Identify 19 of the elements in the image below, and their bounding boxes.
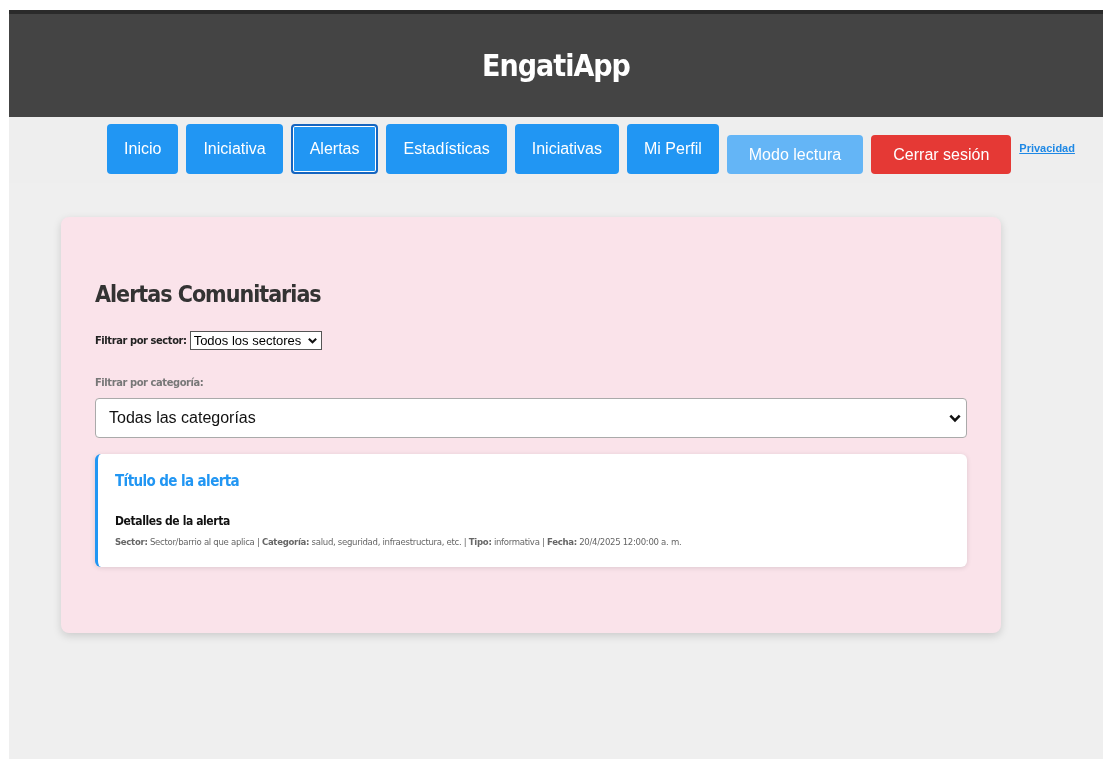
nav-tab[interactable]: Inicio xyxy=(107,124,179,174)
alert-meta: Sector: Sector/barrio al que aplica | Categoría: salud, seguridad, infraestructura, etc. | Tipo: informativa | Fecha: 20/4/2025 12:00:00 a. m. xyxy=(115,536,683,547)
nav-tab[interactable]: Estadísticas xyxy=(386,124,507,174)
reading-mode-button[interactable]: Modo lectura xyxy=(726,135,864,174)
app-title: EngatiApp xyxy=(482,48,630,83)
sector-select[interactable]: Todos los sectores xyxy=(189,331,323,350)
nav-tab[interactable]: Iniciativas xyxy=(514,124,619,174)
alert-title: Título de la alerta xyxy=(115,472,241,490)
chevron-down-icon xyxy=(307,335,319,346)
logout-button[interactable]: Cerrar sesión xyxy=(871,135,1012,174)
nav-tab[interactable]: Mi Perfil xyxy=(627,124,719,174)
category-select[interactable]: Todas las categorías xyxy=(95,398,967,438)
nav-tab[interactable]: Alertas xyxy=(290,124,379,174)
filter-label: Filtrar por categoría: xyxy=(95,376,204,389)
nav-tab[interactable]: Iniciativa xyxy=(186,124,283,174)
privacy-link[interactable]: Privacidad xyxy=(1019,142,1075,183)
alert-details: Detalles de la alerta xyxy=(115,514,231,528)
section-title: Alertas Comunitarias xyxy=(95,281,322,307)
filter-label: Filtrar por sector: xyxy=(95,334,187,347)
